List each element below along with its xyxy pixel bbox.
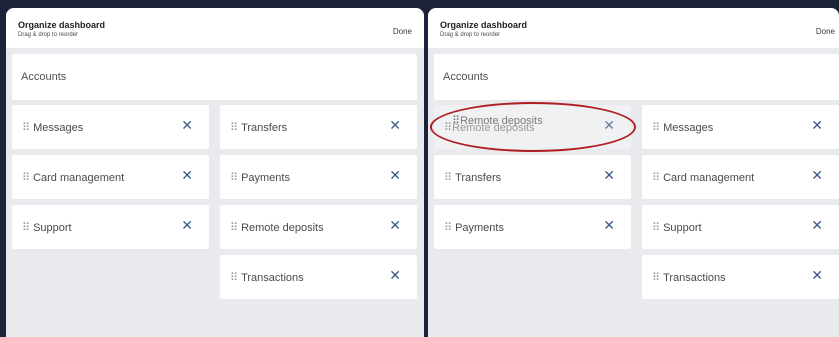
drag-handle-icon[interactable]: ⠿	[230, 122, 238, 134]
tile-support[interactable]: ⠿ Support ✕	[12, 205, 209, 249]
done-button[interactable]: Done	[816, 27, 835, 36]
drag-handle-icon[interactable]: ⠿	[652, 222, 660, 234]
tile-transfers[interactable]: ⠿ Transfers ✕	[220, 105, 417, 149]
tile-transactions[interactable]: ⠿ Transactions ✕	[642, 255, 839, 299]
close-icon[interactable]: ✕	[181, 218, 193, 232]
tile-messages[interactable]: ⠿ Messages ✕	[642, 105, 839, 149]
tile-remote-deposits-dragging[interactable]: ⠿Remote deposits ⠿Remote deposits ✕	[430, 102, 636, 152]
tile-label: Card management	[663, 172, 755, 184]
tile-label: Transactions	[241, 272, 304, 284]
tile-label: Payments	[241, 172, 290, 184]
organize-dashboard-panel-right: Organize dashboard Drag & drop to reorde…	[428, 8, 839, 337]
done-button[interactable]: Done	[393, 27, 412, 36]
tile-transfers[interactable]: ⠿ Transfers ✕	[434, 155, 631, 199]
accounts-tile[interactable]: Accounts	[434, 54, 839, 100]
tile-label: Messages	[663, 122, 714, 134]
tile-label: Transfers	[241, 122, 288, 134]
tile-payments[interactable]: ⠿ Payments ✕	[434, 205, 631, 249]
accounts-label: Accounts	[443, 71, 489, 83]
close-icon[interactable]: ✕	[181, 168, 193, 182]
tile-support[interactable]: ⠿ Support ✕	[642, 205, 839, 249]
close-icon[interactable]: ✕	[603, 218, 615, 232]
tile-transactions[interactable]: ⠿ Transactions ✕	[220, 255, 417, 299]
close-icon[interactable]: ✕	[181, 118, 193, 132]
panel-title: Organize dashboard	[18, 20, 106, 30]
tile-label: Support	[663, 222, 702, 234]
tile-label: Card management	[33, 172, 125, 184]
drag-handle-icon[interactable]: ⠿	[230, 272, 238, 284]
panel-title: Organize dashboard	[440, 20, 528, 30]
tile-label: Messages	[33, 122, 84, 134]
close-icon[interactable]: ✕	[811, 268, 823, 282]
tile-label: Support	[33, 222, 72, 234]
highlight-ellipse	[430, 102, 636, 152]
tile-label: Transfers	[455, 172, 502, 184]
drag-handle-icon[interactable]: ⠿	[444, 172, 452, 184]
drag-handle-icon[interactable]: ⠿	[652, 172, 660, 184]
accounts-tile[interactable]: Accounts	[12, 54, 417, 100]
tile-messages[interactable]: ⠿ Messages ✕	[12, 105, 209, 149]
drag-handle-icon[interactable]: ⠿	[652, 272, 660, 284]
close-icon[interactable]: ✕	[811, 118, 823, 132]
drag-handle-icon[interactable]: ⠿	[230, 222, 238, 234]
tile-label: Payments	[455, 222, 504, 234]
drag-handle-icon[interactable]: ⠿	[230, 172, 238, 184]
close-icon[interactable]: ✕	[811, 168, 823, 182]
tile-payments[interactable]: ⠿ Payments ✕	[220, 155, 417, 199]
tile-card-management[interactable]: ⠿ Card management ✕	[642, 155, 839, 199]
panel-subtitle: Drag & drop to reorder	[18, 32, 79, 38]
close-icon[interactable]: ✕	[389, 118, 401, 132]
close-icon[interactable]: ✕	[389, 268, 401, 282]
tile-label: Remote deposits	[241, 222, 324, 234]
accounts-label: Accounts	[21, 71, 67, 83]
panel-header: Organize dashboard Drag & drop to reorde…	[6, 8, 424, 48]
panel-header: Organize dashboard Drag & drop to reorde…	[428, 8, 839, 48]
organize-dashboard-panel-left: Organize dashboard Drag & drop to reorde…	[6, 8, 424, 337]
panel-subtitle: Drag & drop to reorder	[440, 32, 501, 38]
close-icon[interactable]: ✕	[389, 218, 401, 232]
drag-handle-icon[interactable]: ⠿	[22, 222, 30, 234]
tile-remote-deposits[interactable]: ⠿ Remote deposits ✕	[220, 205, 417, 249]
close-icon[interactable]: ✕	[603, 168, 615, 182]
close-icon[interactable]: ✕	[389, 168, 401, 182]
drag-handle-icon[interactable]: ⠿	[22, 122, 30, 134]
close-icon[interactable]: ✕	[811, 218, 823, 232]
tile-label: Transactions	[663, 272, 726, 284]
drag-handle-icon[interactable]: ⠿	[22, 172, 30, 184]
drag-handle-icon[interactable]: ⠿	[652, 122, 660, 134]
tile-card-management[interactable]: ⠿ Card management ✕	[12, 155, 209, 199]
drag-handle-icon[interactable]: ⠿	[444, 222, 452, 234]
